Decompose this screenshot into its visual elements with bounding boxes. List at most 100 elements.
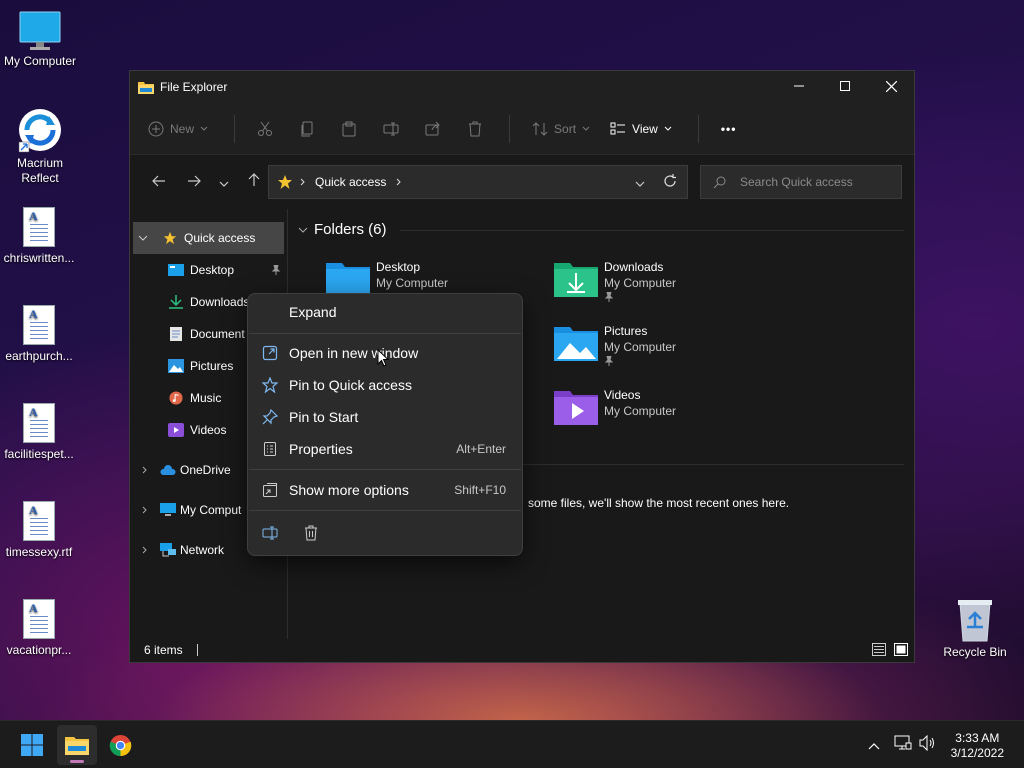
folder-tile-desktop[interactable]: Desktop My Computer <box>326 259 448 297</box>
see-more-button[interactable]: ••• <box>721 122 737 136</box>
rename-button[interactable] <box>383 121 399 137</box>
address-bar[interactable]: Quick access <box>268 165 688 199</box>
desktop-icon-timessexy[interactable]: timessexy.rtf <box>0 501 79 560</box>
chevron-down-icon <box>635 181 645 187</box>
desktop-icon-label: timessexy.rtf <box>5 545 73 559</box>
sort-icon <box>532 121 548 136</box>
desktop-icon-my-computer[interactable]: My Computer <box>0 10 80 69</box>
clock-time: 3:33 AM <box>955 731 1000 745</box>
arrow-up-icon <box>248 173 260 186</box>
close-icon <box>885 80 897 92</box>
title-bar[interactable]: File Explorer <box>130 71 914 103</box>
volume-button[interactable] <box>919 734 937 754</box>
address-history-dropdown[interactable] <box>635 176 645 190</box>
sidebar-item-label: Network <box>180 543 225 557</box>
desktop-icon-earthpurch[interactable]: earthpurch... <box>0 305 79 364</box>
breadcrumb-quick-access[interactable]: Quick access <box>315 175 386 189</box>
folder-tile-downloads[interactable]: Downloads My Computer <box>554 259 676 305</box>
star-icon <box>278 175 292 189</box>
details-view-button[interactable] <box>872 643 886 659</box>
view-button[interactable]: View <box>610 122 672 136</box>
open-in-new-window-icon <box>262 345 278 361</box>
copy-icon <box>301 121 313 136</box>
chevron-down-icon <box>219 181 229 187</box>
rename-action-button[interactable] <box>262 525 278 544</box>
taskbar-file-explorer-button[interactable] <box>57 725 97 765</box>
toolbar-divider <box>234 114 236 143</box>
refresh-button[interactable] <box>663 174 677 191</box>
speaker-icon <box>919 734 934 752</box>
sidebar-item-label: Quick access <box>184 231 256 245</box>
folder-location: My Computer <box>604 404 677 418</box>
star-icon <box>163 231 177 245</box>
start-button[interactable] <box>21 734 43 759</box>
desktop-icon-facilitiespet[interactable]: facilitiespet... <box>0 403 79 462</box>
clock-button[interactable]: 3:33 AM 3/12/2022 <box>951 731 1004 761</box>
desktop-icon-label: Macrium Reflect <box>16 156 63 185</box>
delete-action-button[interactable] <box>303 525 319 544</box>
maximize-button[interactable] <box>822 71 868 101</box>
menu-item-expand[interactable]: Expand <box>248 298 522 326</box>
folder-tile-videos[interactable]: Videos My Computer <box>554 387 676 425</box>
menu-separator <box>249 469 521 470</box>
close-button[interactable] <box>868 71 914 101</box>
pin-icon <box>604 291 614 302</box>
cut-button[interactable] <box>257 121 273 137</box>
search-box[interactable]: Search Quick access <box>700 165 902 199</box>
desktop-icon-recycle-bin[interactable]: Recycle Bin <box>935 597 1015 660</box>
sidebar-item-label: Document <box>190 327 245 341</box>
sort-label: Sort <box>554 121 577 136</box>
network-status-button[interactable] <box>894 735 912 754</box>
sidebar-item-desktop[interactable]: Desktop <box>130 254 287 286</box>
show-hidden-icons-button[interactable] <box>868 739 880 753</box>
desktop-icon-label: vacationpr... <box>6 643 72 657</box>
copy-button[interactable] <box>299 121 315 137</box>
chevron-right-icon <box>397 178 402 186</box>
videos-folder-icon <box>554 391 598 425</box>
share-button[interactable] <box>425 121 441 137</box>
group-divider <box>400 230 904 231</box>
delete-button[interactable] <box>467 121 483 137</box>
context-menu: Expand Open in new window Pin to Quick a… <box>247 293 523 556</box>
folder-tile-pictures[interactable]: Pictures My Computer <box>554 323 676 369</box>
back-button[interactable] <box>144 174 174 191</box>
minimize-button[interactable] <box>776 71 822 101</box>
chevron-down-icon <box>138 235 148 241</box>
music-icon <box>169 391 183 405</box>
chevron-right-icon <box>142 466 147 474</box>
menu-item-show-more-options[interactable]: Show more options Shift+F10 <box>248 476 522 504</box>
macrium-reflect-icon <box>18 109 61 153</box>
paste-button[interactable] <box>341 121 357 137</box>
desktop-icon-macrium-reflect[interactable]: Macrium Reflect <box>0 106 80 186</box>
forward-button[interactable] <box>179 174 209 191</box>
recent-locations-button[interactable] <box>209 174 239 191</box>
sort-button[interactable]: Sort <box>532 121 590 137</box>
folder-icon <box>138 82 154 94</box>
menu-item-shortcut: Shift+F10 <box>454 483 506 497</box>
folder-icon <box>65 737 89 755</box>
folders-group-header[interactable]: Folders (6) <box>298 221 387 238</box>
menu-item-pin-quick-access[interactable]: Pin to Quick access <box>248 371 522 399</box>
sidebar-item-label: OneDrive <box>180 463 231 477</box>
menu-item-label: Expand <box>289 304 337 320</box>
monitor-icon <box>19 11 61 50</box>
large-icons-view-button[interactable] <box>894 643 908 659</box>
taskbar-chrome-button[interactable] <box>109 734 132 760</box>
rtf-document-icon <box>23 207 55 247</box>
chevron-down-icon <box>664 126 672 131</box>
sidebar-item-label: Videos <box>190 423 227 437</box>
menu-item-pin-start[interactable]: Pin to Start <box>248 403 522 431</box>
up-button[interactable] <box>239 173 269 191</box>
toolbar-divider <box>697 114 699 143</box>
desktop-folder-icon <box>326 263 370 297</box>
menu-item-label: Pin to Quick access <box>289 377 412 393</box>
new-button[interactable]: New <box>148 121 208 137</box>
desktop-icon-vacationpr[interactable]: vacationpr... <box>0 599 79 658</box>
menu-item-properties[interactable]: Properties Alt+Enter <box>248 435 522 463</box>
chevron-right-icon <box>142 546 147 554</box>
network-icon <box>160 543 176 557</box>
sidebar-item-quick-access[interactable]: Quick access <box>133 222 284 254</box>
desktop-icon-label: chriswritten... <box>3 251 75 265</box>
folder-name: Downloads <box>604 260 664 274</box>
desktop-icon-chriswritten[interactable]: chriswritten... <box>0 207 79 266</box>
